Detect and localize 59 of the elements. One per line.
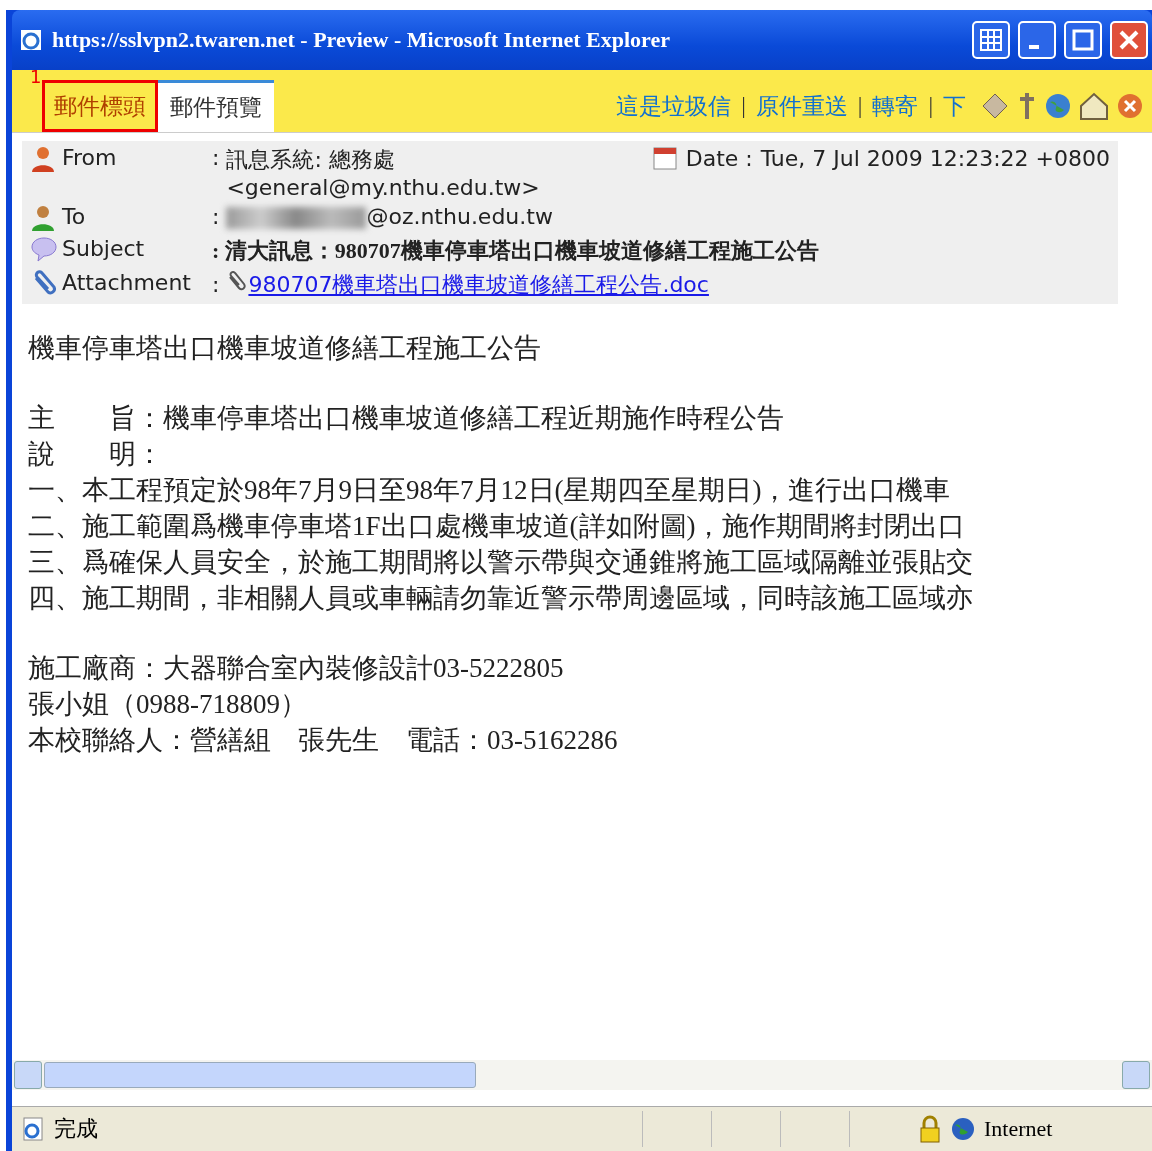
body-text: 三、爲確保人員安全，於施工期間將以警示帶與交通錐將施工區域隔離並張貼交 (28, 546, 974, 579)
body-text: 機車停車塔出口機車坡道修繕工程施工公告 (28, 332, 542, 365)
body-text: 二、施工範圍爲機車停車塔1F出口處機車坡道(詳如附圖)，施作期間將封閉出口 (28, 510, 967, 543)
close-icon[interactable] (1116, 92, 1144, 120)
minimize-button[interactable] (1018, 21, 1056, 59)
maximize-button[interactable] (1064, 21, 1102, 59)
grid-icon (979, 28, 1003, 52)
page-icon (20, 1116, 46, 1142)
field-value: 訊息系統: 總務處 <general@my.nthu.edu.tw> (226, 146, 540, 200)
toolbar-link[interactable]: 這是垃圾信 (616, 90, 732, 122)
colon: : (212, 272, 220, 297)
field-label: To (62, 204, 87, 229)
minimize-icon (1029, 45, 1039, 49)
colon: : (212, 204, 220, 229)
attachment-link[interactable]: 980707機車塔出口機車坡道修繕工程公告.doc (248, 272, 709, 297)
colon: : (212, 145, 220, 170)
globe-icon (950, 1116, 976, 1142)
status-text: 完成 (54, 1115, 99, 1143)
speech-bubble-icon (30, 236, 58, 262)
body-text: 張小姐（0988-718809） (28, 688, 308, 721)
person-icon (30, 145, 56, 173)
field-value: 清大訊息：980707機車停車塔出口機車坡道修繕工程施工公告 (224, 238, 819, 263)
separator: | (741, 93, 746, 119)
body-text: 說 明： (28, 438, 164, 471)
grid-button[interactable] (972, 21, 1010, 59)
toolbar-link[interactable]: 轉寄 (872, 90, 919, 122)
body-text: 四、施工期間，非相關人員或車輛請勿靠近警示帶周邊區域，同時該施工區域亦 (28, 582, 974, 615)
horizontal-scrollbar[interactable] (12, 1060, 1152, 1090)
close-button[interactable] (1110, 21, 1148, 59)
close-icon (1118, 29, 1140, 51)
scroll-thumb[interactable] (44, 1062, 476, 1088)
field-label: Attachment (62, 270, 192, 295)
paperclip-icon (226, 270, 249, 292)
toolbar-link[interactable]: 下 (943, 90, 966, 122)
window-title: https://sslvpn2.twaren.net - Preview - Microsoft Internet Explorer (52, 27, 671, 53)
annotation-number: 1 (30, 66, 42, 87)
tab[interactable]: 郵件標頭 (42, 80, 158, 132)
field-label: From (62, 145, 118, 170)
separator: | (928, 93, 933, 119)
date-value: Tue, 7 Jul 2009 12:23:22 +0800 (760, 145, 1110, 171)
body-text: 施工廠商：大器聯合室內裝修設計03-5222805 (28, 652, 565, 685)
lock-icon (918, 1114, 942, 1144)
calendar-icon (651, 145, 678, 171)
date-label: Date : (685, 145, 753, 171)
house-icon[interactable] (1078, 91, 1110, 121)
toolbar-link[interactable]: 原件重送 (755, 90, 848, 122)
body-text: 一、本工程預定於98年7月9日至98年7月12日(星期四至星期日)，進行出口機車 (28, 474, 952, 507)
browser-icon (18, 27, 44, 53)
globe-icon[interactable] (1044, 92, 1072, 120)
field-label: Subject (62, 236, 146, 261)
zone-label: Internet (984, 1116, 1054, 1142)
person-icon (30, 204, 56, 232)
body-text: 本校聯絡人：營繕組 張先生 電話：03-5162286 (28, 724, 619, 757)
maximize-icon (1072, 29, 1094, 51)
separator: | (857, 93, 863, 119)
body-text: 主 旨：機車停車塔出口機車坡道修繕工程近期施作時程公告 (28, 402, 785, 435)
colon: : (212, 238, 220, 263)
tab[interactable]: 郵件預覽 (158, 80, 274, 132)
field-value: @oz.nthu.edu.tw (366, 204, 553, 229)
